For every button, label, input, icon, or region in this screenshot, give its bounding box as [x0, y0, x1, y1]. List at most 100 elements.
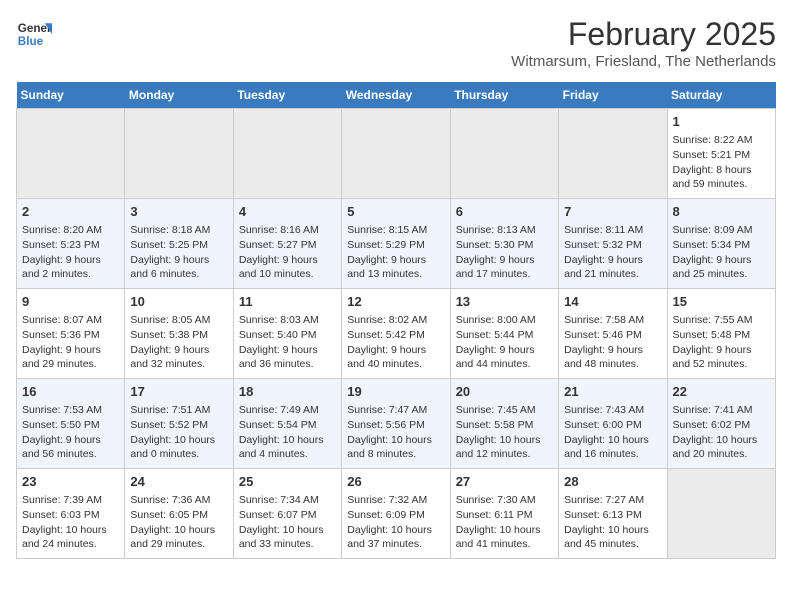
day-number: 1: [673, 113, 770, 131]
weekday-header: Monday: [125, 82, 233, 109]
weekday-header-row: SundayMondayTuesdayWednesdayThursdayFrid…: [17, 82, 776, 109]
day-info: Sunrise: 7:58 AM Sunset: 5:46 PM Dayligh…: [564, 313, 661, 372]
calendar-cell: [559, 109, 667, 199]
calendar-cell: 12 Sunrise: 8:02 AM Sunset: 5:42 PM Dayli…: [342, 289, 450, 379]
calendar-cell: 27 Sunrise: 7:30 AM Sunset: 6:11 PM Dayli…: [450, 469, 558, 559]
day-info: Sunrise: 8:09 AM Sunset: 5:34 PM Dayligh…: [673, 223, 770, 282]
calendar-cell: 24 Sunrise: 7:36 AM Sunset: 6:05 PM Dayli…: [125, 469, 233, 559]
calendar-cell: 4 Sunrise: 8:16 AM Sunset: 5:27 PM Daylig…: [233, 199, 341, 289]
calendar-cell: [125, 109, 233, 199]
day-info: Sunrise: 7:32 AM Sunset: 6:09 PM Dayligh…: [347, 493, 444, 552]
calendar-cell: [17, 109, 125, 199]
weekday-header: Wednesday: [342, 82, 450, 109]
day-number: 14: [564, 293, 661, 311]
day-info: Sunrise: 7:30 AM Sunset: 6:11 PM Dayligh…: [456, 493, 553, 552]
calendar-cell: 25 Sunrise: 7:34 AM Sunset: 6:07 PM Dayli…: [233, 469, 341, 559]
page-title: February 2025: [511, 16, 776, 53]
day-info: Sunrise: 8:00 AM Sunset: 5:44 PM Dayligh…: [456, 313, 553, 372]
logo-icon: General Blue: [16, 16, 52, 52]
calendar-week-row: 1 Sunrise: 8:22 AM Sunset: 5:21 PM Daylig…: [17, 109, 776, 199]
day-number: 26: [347, 473, 444, 491]
weekday-header: Sunday: [17, 82, 125, 109]
calendar-cell: 9 Sunrise: 8:07 AM Sunset: 5:36 PM Daylig…: [17, 289, 125, 379]
calendar-week-row: 23Sunrise: 7:39 AM Sunset: 6:03 PM Dayli…: [17, 469, 776, 559]
calendar-cell: 8 Sunrise: 8:09 AM Sunset: 5:34 PM Daylig…: [667, 199, 775, 289]
calendar-cell: 21 Sunrise: 7:43 AM Sunset: 6:00 PM Dayli…: [559, 379, 667, 469]
day-number: 25: [239, 473, 336, 491]
calendar-cell: 10Sunrise: 8:05 AM Sunset: 5:38 PM Dayli…: [125, 289, 233, 379]
day-info: Sunrise: 7:47 AM Sunset: 5:56 PM Dayligh…: [347, 403, 444, 462]
day-info: Sunrise: 7:49 AM Sunset: 5:54 PM Dayligh…: [239, 403, 336, 462]
day-number: 8: [673, 203, 770, 221]
day-info: Sunrise: 8:15 AM Sunset: 5:29 PM Dayligh…: [347, 223, 444, 282]
day-number: 7: [564, 203, 661, 221]
day-number: 28: [564, 473, 661, 491]
calendar-cell: 6 Sunrise: 8:13 AM Sunset: 5:30 PM Daylig…: [450, 199, 558, 289]
calendar-cell: [667, 469, 775, 559]
weekday-header: Friday: [559, 82, 667, 109]
day-info: Sunrise: 8:20 AM Sunset: 5:23 PM Dayligh…: [22, 223, 119, 282]
day-info: Sunrise: 8:16 AM Sunset: 5:27 PM Dayligh…: [239, 223, 336, 282]
day-number: 11: [239, 293, 336, 311]
calendar-cell: 7 Sunrise: 8:11 AM Sunset: 5:32 PM Daylig…: [559, 199, 667, 289]
day-number: 5: [347, 203, 444, 221]
day-number: 23: [22, 473, 119, 491]
calendar-cell: 19 Sunrise: 7:47 AM Sunset: 5:56 PM Dayli…: [342, 379, 450, 469]
day-info: Sunrise: 8:03 AM Sunset: 5:40 PM Dayligh…: [239, 313, 336, 372]
calendar-cell: 17 Sunrise: 7:51 AM Sunset: 5:52 PM Dayli…: [125, 379, 233, 469]
weekday-header: Thursday: [450, 82, 558, 109]
day-info: Sunrise: 8:02 AM Sunset: 5:42 PM Dayligh…: [347, 313, 444, 372]
day-info: Sunrise: 8:13 AM Sunset: 5:30 PM Dayligh…: [456, 223, 553, 282]
day-number: 13: [456, 293, 553, 311]
day-number: 6: [456, 203, 553, 221]
day-number: 17: [130, 383, 227, 401]
page-subtitle: Witmarsum, Friesland, The Netherlands: [511, 53, 776, 70]
calendar-week-row: 16 Sunrise: 7:53 AM Sunset: 5:50 PM Dayli…: [17, 379, 776, 469]
day-info: Sunrise: 7:51 AM Sunset: 5:52 PM Dayligh…: [130, 403, 227, 462]
day-info: Sunrise: 8:07 AM Sunset: 5:36 PM Dayligh…: [22, 313, 119, 372]
day-info: Sunrise: 8:05 AM Sunset: 5:38 PM Dayligh…: [130, 313, 227, 372]
day-number: 18: [239, 383, 336, 401]
title-block: February 2025 Witmarsum, Friesland, The …: [511, 16, 776, 70]
calendar-cell: 28 Sunrise: 7:27 AM Sunset: 6:13 PM Dayli…: [559, 469, 667, 559]
calendar-cell: 2 Sunrise: 8:20 AM Sunset: 5:23 PM Daylig…: [17, 199, 125, 289]
calendar-cell: 11 Sunrise: 8:03 AM Sunset: 5:40 PM Dayli…: [233, 289, 341, 379]
day-number: 21: [564, 383, 661, 401]
day-number: 24: [130, 473, 227, 491]
calendar-table: SundayMondayTuesdayWednesdayThursdayFrid…: [16, 82, 776, 559]
day-info: Sunrise: 7:55 AM Sunset: 5:48 PM Dayligh…: [673, 313, 770, 372]
calendar-cell: [450, 109, 558, 199]
calendar-cell: [342, 109, 450, 199]
day-info: Sunrise: 7:43 AM Sunset: 6:00 PM Dayligh…: [564, 403, 661, 462]
day-number: 27: [456, 473, 553, 491]
day-info: Sunrise: 8:22 AM Sunset: 5:21 PM Dayligh…: [673, 133, 770, 192]
calendar-cell: 15 Sunrise: 7:55 AM Sunset: 5:48 PM Dayli…: [667, 289, 775, 379]
day-number: 12: [347, 293, 444, 311]
day-number: 15: [673, 293, 770, 311]
day-info: Sunrise: 7:41 AM Sunset: 6:02 PM Dayligh…: [673, 403, 770, 462]
day-info: Sunrise: 7:27 AM Sunset: 6:13 PM Dayligh…: [564, 493, 661, 552]
weekday-header: Saturday: [667, 82, 775, 109]
calendar-week-row: 2 Sunrise: 8:20 AM Sunset: 5:23 PM Daylig…: [17, 199, 776, 289]
svg-text:Blue: Blue: [18, 35, 44, 48]
day-number: 3: [130, 203, 227, 221]
day-number: 4: [239, 203, 336, 221]
weekday-header: Tuesday: [233, 82, 341, 109]
calendar-cell: 16 Sunrise: 7:53 AM Sunset: 5:50 PM Dayli…: [17, 379, 125, 469]
day-number: 19: [347, 383, 444, 401]
day-number: 16: [22, 383, 119, 401]
calendar-cell: 26 Sunrise: 7:32 AM Sunset: 6:09 PM Dayli…: [342, 469, 450, 559]
day-info: Sunrise: 7:34 AM Sunset: 6:07 PM Dayligh…: [239, 493, 336, 552]
calendar-cell: 1 Sunrise: 8:22 AM Sunset: 5:21 PM Daylig…: [667, 109, 775, 199]
day-info: Sunrise: 7:45 AM Sunset: 5:58 PM Dayligh…: [456, 403, 553, 462]
calendar-cell: 18 Sunrise: 7:49 AM Sunset: 5:54 PM Dayli…: [233, 379, 341, 469]
calendar-cell: 23Sunrise: 7:39 AM Sunset: 6:03 PM Dayli…: [17, 469, 125, 559]
day-info: Sunrise: 7:36 AM Sunset: 6:05 PM Dayligh…: [130, 493, 227, 552]
day-info: Sunrise: 8:11 AM Sunset: 5:32 PM Dayligh…: [564, 223, 661, 282]
calendar-cell: 20Sunrise: 7:45 AM Sunset: 5:58 PM Dayli…: [450, 379, 558, 469]
day-info: Sunrise: 8:18 AM Sunset: 5:25 PM Dayligh…: [130, 223, 227, 282]
day-number: 2: [22, 203, 119, 221]
page-header: General Blue February 2025 Witmarsum, Fr…: [16, 16, 776, 70]
day-info: Sunrise: 7:53 AM Sunset: 5:50 PM Dayligh…: [22, 403, 119, 462]
day-number: 9: [22, 293, 119, 311]
